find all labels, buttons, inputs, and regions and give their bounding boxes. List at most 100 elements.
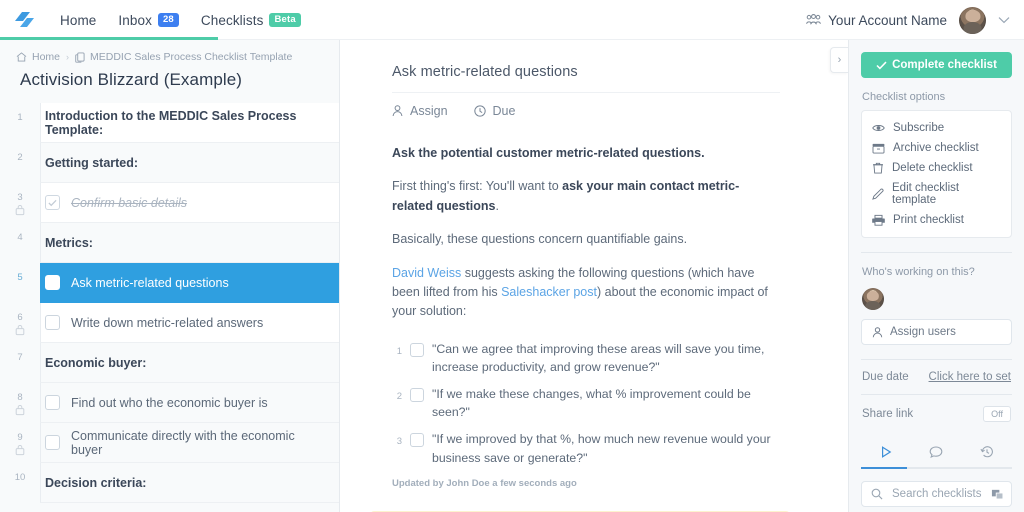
nav-item-home[interactable]: Home [60,13,96,28]
checklist-row-7[interactable]: 7 Economic buyer: [0,343,339,383]
checklist-row-5[interactable]: 5 Ask metric-related questions [0,263,339,303]
row-number-col: 7 [0,343,40,383]
subchecklist-item[interactable]: 1 "Can we agree that improving these are… [392,340,780,376]
checklist-row-3[interactable]: 3 Confirm basic details [0,183,339,223]
option-edit-template[interactable]: Edit checklist template [862,178,1011,210]
complete-checklist-label: Complete checklist [892,59,997,71]
subitem-checkbox[interactable] [410,342,424,357]
row-label: Economic buyer: [45,355,147,370]
row-number-col: 8 [0,383,40,423]
checklist-row-6[interactable]: 6 Write down metric-related answers [0,303,339,343]
row-number-col: 3 [0,183,40,223]
nav-links: Home Inbox 28 Checklists Beta [60,13,301,28]
chevron-down-icon[interactable] [998,16,1010,24]
assign-users-label: Assign users [890,326,956,338]
row-number-col: 4 [0,223,40,263]
assign-label: Assign [410,104,448,118]
sidebar-tabs [861,433,1012,467]
share-link-toggle[interactable]: Off [983,406,1011,422]
stop-task-icon [15,444,25,456]
checklist-row-1[interactable]: 1 Introduction to the MEDDIC Sales Proce… [0,103,339,143]
checklist-row-4[interactable]: 4 Metrics: [0,223,339,263]
subchecklist: 1 "Can we agree that improving these are… [392,340,780,467]
due-button[interactable]: Due [473,104,515,118]
row-checkbox[interactable] [45,195,60,210]
assign-users-button[interactable]: Assign users [861,319,1012,345]
row-number: 9 [17,432,23,443]
complete-checklist-button[interactable]: Complete checklist [861,52,1012,78]
subchecklist-item[interactable]: 2 "If we make these changes, what % impr… [392,385,780,421]
subitem-number: 3 [396,436,402,448]
row-label: Decision criteria: [45,475,147,490]
option-subscribe[interactable]: Subscribe [862,118,1011,138]
row-checkbox[interactable] [45,395,60,410]
assign-button[interactable]: Assign [392,104,448,118]
content-para-2: Basically, these questions concern quant… [392,232,688,247]
option-delete-checklist[interactable]: Delete checklist [862,158,1011,178]
para1-a: First thing's first: You'll want to [392,179,563,194]
option-archive-label: Archive checklist [893,142,979,154]
tab-history[interactable] [980,445,994,459]
row-label: Metrics: [45,235,93,250]
option-print-checklist[interactable]: Print checklist [862,210,1011,230]
eye-icon [872,123,885,133]
divider [861,252,1012,253]
row-label: Introduction to the MEDDIC Sales Process… [45,108,297,137]
row-number-col: 6 [0,303,40,343]
filter-icon[interactable] [991,488,1004,501]
row-label: Ask metric-related questions [71,275,229,290]
option-archive-checklist[interactable]: Archive checklist [862,138,1011,158]
subitem-number: 1 [396,345,402,357]
subchecklist-item[interactable]: 3 "If we improved by that %, how much ne… [392,430,780,466]
assignee-avatar[interactable] [862,288,884,310]
row-body: Find out who the economic buyer is [40,383,339,423]
breadcrumb-home[interactable]: Home [16,51,60,63]
row-body: Economic buyer: [40,343,339,383]
row-checkbox[interactable] [45,275,60,290]
breadcrumb-home-label: Home [32,51,61,63]
tab-activity[interactable] [879,445,893,459]
row-number: 4 [17,232,23,243]
nav-item-checklists[interactable]: Checklists Beta [201,13,301,28]
row-checkbox[interactable] [45,315,60,330]
row-number: 5 [17,272,23,283]
checklist-row-10[interactable]: 10 Decision criteria: [0,463,339,503]
row-checkbox[interactable] [45,435,60,450]
collapse-sidebar-button[interactable]: › [830,47,848,73]
checklist-row-8[interactable]: 8 Find out who the economic buyer is [0,383,339,423]
account-name: Your Account Name [828,12,947,28]
option-subscribe-label: Subscribe [893,122,945,134]
saleshacker-post-link[interactable]: Saleshacker post [501,285,597,299]
logo-icon[interactable] [10,8,38,32]
task-detail-pane: › Ask metric-related questions Assign Du… [340,40,848,512]
row-number-col: 5 [0,263,40,303]
nav-item-inbox[interactable]: Inbox 28 [118,13,179,28]
subitem-checkbox[interactable] [410,388,424,402]
organization-icon [806,14,822,26]
stop-task-icon [15,204,25,216]
subitem-text: "If we make these changes, what % improv… [432,387,751,420]
content-para-3: David Weiss suggests asking the followin… [392,264,780,322]
trash-icon [872,162,884,174]
due-date-set-link[interactable]: Click here to set [929,371,1011,383]
row-body: Introduction to the MEDDIC Sales Process… [40,103,339,143]
breadcrumb-template[interactable]: MEDDIC Sales Process Checklist Template [75,51,292,63]
search-checklists-box[interactable] [861,481,1012,507]
nav-item-home-label: Home [60,12,97,28]
row-number: 1 [17,112,23,123]
account-menu[interactable]: Your Account Name [806,13,947,28]
tab-comments[interactable] [929,445,943,459]
avatar[interactable] [959,6,986,34]
subitem-checkbox[interactable] [410,433,424,448]
checklist-row-9[interactable]: 9 Communicate directly with the economic… [0,423,339,463]
subitem-text: "If we improved by that %, how much new … [432,432,771,465]
active-tab-indicator [861,467,907,469]
search-input[interactable] [890,487,984,501]
row-label: Getting started: [45,155,139,170]
breadcrumb-separator: › [66,52,70,62]
breadcrumb: Home › MEDDIC Sales Process Checklist Te… [0,40,339,66]
beta-badge: Beta [269,13,301,27]
check-icon [876,61,887,70]
checklist-row-2[interactable]: 2 Getting started: [0,143,339,183]
david-weiss-link[interactable]: David Weiss [392,266,461,280]
